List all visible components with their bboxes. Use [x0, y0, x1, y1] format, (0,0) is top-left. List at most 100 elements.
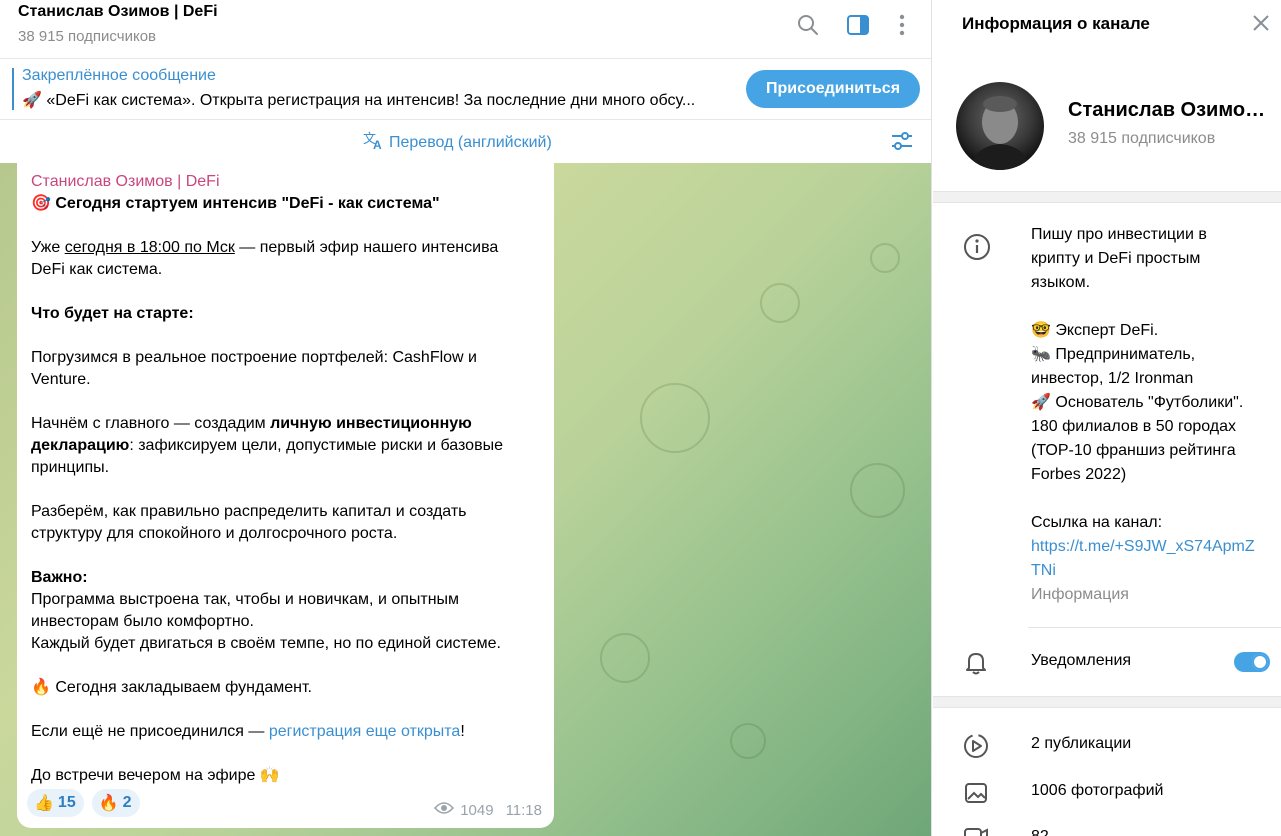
post-text: принципы.	[31, 459, 110, 476]
pinned-indicator	[12, 68, 14, 110]
view-count: 1049	[460, 801, 494, 819]
chat-pane: Станислав Озимов | DeFi 38 915 подписчик…	[0, 0, 932, 836]
post-text: Погрузимся в реальное построение портфел…	[31, 349, 477, 366]
chat-background: Станислав Озимов | DeFi 🎯 Сегодня старту…	[0, 163, 931, 836]
close-icon[interactable]	[1251, 13, 1271, 38]
post-text: Venture.	[31, 371, 91, 388]
section-divider	[933, 191, 1281, 203]
thumbs-up-icon: 👍	[34, 795, 54, 812]
section-divider	[933, 696, 1281, 708]
channel-info-panel: Информация о канале Станислав Озимов | D…	[933, 0, 1281, 836]
video-icon	[963, 826, 989, 836]
description-line: 🤓 Эксперт DeFi.	[1031, 322, 1159, 339]
post-time: 11:18	[505, 801, 542, 819]
description-line: 180 филиалов в 50 городах	[1031, 418, 1237, 435]
search-icon[interactable]	[795, 12, 821, 38]
channel-link-line[interactable]: https://t.me/+S9JW_xS74ApmZ	[1031, 535, 1271, 559]
post-text: Программа выстроена так, чтобы и новичка…	[31, 591, 460, 608]
bell-icon	[963, 650, 989, 681]
more-options-icon[interactable]	[889, 12, 915, 38]
post-text: Уже	[31, 239, 65, 256]
pinned-title: Закреплённое сообщение	[22, 67, 216, 84]
doodle-shape	[850, 463, 905, 518]
target-icon: 🎯	[31, 195, 51, 212]
post-text: Разберём, как правильно распределить кап…	[31, 503, 467, 520]
post-headline-text: Сегодня стартуем интенсив "DeFi - как си…	[55, 195, 440, 212]
post-paragraph: Начнём с главного — создадим личную инве…	[31, 413, 540, 435]
translate-settings-icon[interactable]	[890, 130, 914, 157]
post-text: Начнём с главного — создадим	[31, 415, 271, 432]
notifications-label: Уведомления	[1031, 652, 1132, 669]
post-bold-text: декларацию	[31, 437, 130, 454]
pinned-text: 🚀 «DeFi как система». Открыта регистраци…	[22, 92, 696, 109]
post-heading: Что будет на старте:	[31, 305, 194, 322]
post-text: DeFi как система.	[31, 261, 163, 278]
divider	[1028, 627, 1281, 628]
description-line: языком.	[1031, 274, 1091, 291]
channel-description: Пишу про инвестиции в крипту и DeFi прос…	[1031, 223, 1271, 607]
svg-text:A: A	[373, 138, 382, 150]
photos-count[interactable]: 1006 фотографий	[1031, 782, 1163, 800]
channel-link-line[interactable]: TNi	[1031, 559, 1271, 583]
description-line: Пишу про инвестиции в	[1031, 226, 1207, 243]
description-caption: Информация	[1031, 586, 1129, 603]
channel-name: Станислав Озимов | DeFi	[1068, 99, 1273, 121]
post-paragraph: Если ещё не присоединился — регистрация …	[31, 721, 540, 743]
description-line: Forbes 2022)	[1031, 466, 1127, 483]
translate-bar: 文A Перевод (английский)	[0, 121, 931, 163]
registration-link[interactable]: регистрация еще открыта	[269, 723, 460, 740]
post-meta: 1049 11:18	[434, 801, 542, 819]
translate-label: Перевод (английский)	[389, 133, 552, 151]
publications-count[interactable]: 2 публикации	[1031, 735, 1131, 753]
sidebar-toggle-icon[interactable]	[845, 12, 871, 38]
post-text: инвесторам было комфортно.	[31, 613, 254, 630]
reaction-count: 15	[57, 794, 76, 811]
post-headline: 🎯 Сегодня стартуем интенсив "DeFi - как …	[31, 193, 540, 215]
photo-icon	[963, 780, 989, 811]
post-paragraph: Уже сегодня в 18:00 по Мск — первый эфир…	[31, 237, 540, 259]
reactions: 👍 15 🔥 2	[27, 789, 140, 817]
pinned-message[interactable]: Закреплённое сообщение 🚀 «DeFi как систе…	[0, 60, 931, 120]
doodle-shape	[730, 723, 766, 759]
notifications-toggle[interactable]	[1234, 652, 1270, 672]
videos-count[interactable]: 82	[1031, 828, 1049, 836]
post-paragraph: декларацию: зафиксируем цели, допустимые…	[31, 435, 540, 457]
post-text: !	[460, 723, 465, 740]
post-text: : зафиксируем цели, допустимые риски и б…	[129, 437, 503, 454]
translate-button[interactable]: 文A Перевод (английский)	[363, 130, 552, 155]
channel-post: Станислав Озимов | DeFi 🎯 Сегодня старту…	[17, 163, 554, 828]
avatar[interactable]	[956, 82, 1044, 170]
description-line	[1031, 295, 1271, 319]
video-play-icon	[963, 733, 989, 764]
doodle-shape	[870, 243, 900, 273]
reaction-fire[interactable]: 🔥 2	[91, 789, 140, 817]
channel-subscriber-count: 38 915 подписчиков	[1068, 130, 1216, 147]
post-text: структуру для спокойного и долгосрочного…	[31, 525, 398, 542]
description-line	[1031, 487, 1271, 511]
description-line: Ссылка на канал:	[1031, 514, 1163, 531]
post-heading: Важно:	[31, 569, 88, 586]
channel-link[interactable]: https://t.me/+S9JW_xS74ApmZ TNi	[1031, 535, 1271, 583]
join-button[interactable]: Присоединиться	[746, 70, 920, 108]
description-line: (ТОР-10 франшиз рейтинга	[1031, 442, 1236, 459]
description-line: 🚀 Основатель "Футболики".	[1031, 394, 1244, 411]
fire-icon: 🔥	[98, 795, 119, 812]
description-line: инвестор, 1/2 Ironman	[1031, 370, 1194, 387]
chat-header[interactable]: Станислав Озимов | DeFi 38 915 подписчик…	[0, 0, 931, 59]
eye-icon	[434, 801, 455, 819]
chat-subscriber-count: 38 915 подписчиков	[18, 28, 157, 45]
post-text: 🔥 Сегодня закладываем фундамент.	[31, 679, 312, 696]
post-text: Если ещё не присоединился —	[31, 723, 269, 740]
reaction-count: 2	[122, 794, 132, 811]
info-panel-title: Информация о канале	[962, 14, 1150, 33]
post-text: До встречи вечером на эфире 🙌	[31, 767, 280, 784]
post-bold-text: личную инвестиционную	[270, 415, 472, 432]
reaction-thumbs-up[interactable]: 👍 15	[27, 789, 84, 817]
doodle-shape	[760, 283, 800, 323]
translate-icon: 文A	[363, 130, 385, 155]
chat-title[interactable]: Станислав Озимов | DeFi	[18, 3, 218, 21]
description-line: 🐜 Предприниматель,	[1031, 346, 1196, 363]
post-author[interactable]: Станислав Озимов | DeFi	[31, 171, 540, 193]
doodle-shape	[640, 383, 710, 453]
doodle-shape	[600, 633, 650, 683]
